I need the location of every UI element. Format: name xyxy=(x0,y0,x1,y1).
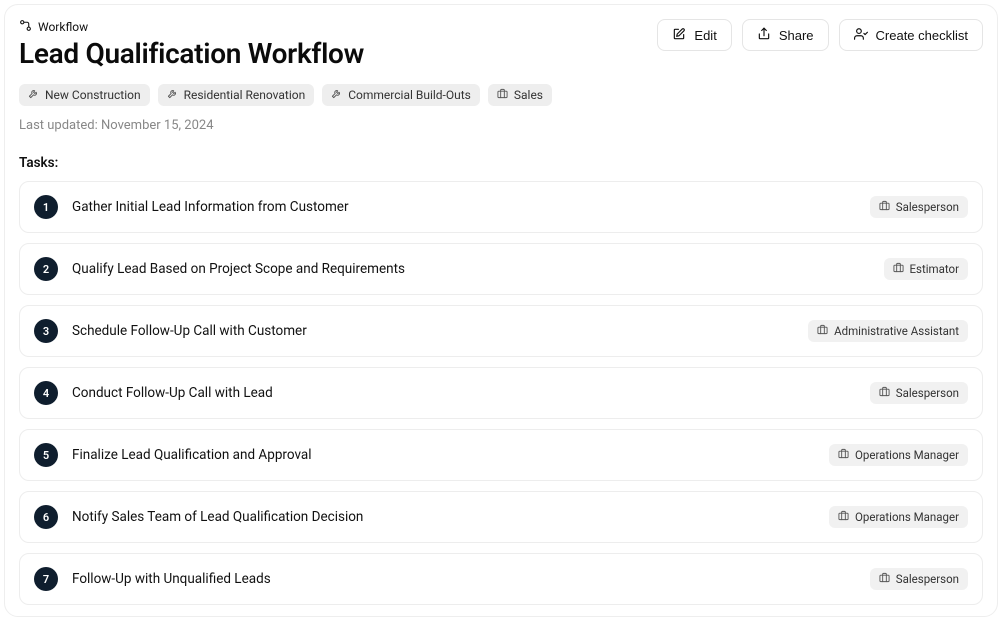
task-title: Follow-Up with Unqualified Leads xyxy=(72,571,856,587)
task-number-badge: 3 xyxy=(34,319,58,343)
role-badge: Salesperson xyxy=(870,196,968,218)
tag-residential-renovation[interactable]: Residential Renovation xyxy=(158,84,315,106)
create-checklist-button[interactable]: Create checklist xyxy=(839,19,983,51)
create-checklist-button-label: Create checklist xyxy=(876,29,968,42)
tag-new-construction[interactable]: New Construction xyxy=(19,84,150,106)
task-row[interactable]: 1 Gather Initial Lead Information from Cu… xyxy=(19,181,983,233)
task-title: Conduct Follow-Up Call with Lead xyxy=(72,385,856,401)
last-updated: Last updated: November 15, 2024 xyxy=(19,118,983,133)
role-label: Estimator xyxy=(910,262,959,276)
task-number-badge: 2 xyxy=(34,257,58,281)
task-title: Finalize Lead Qualification and Approval xyxy=(72,447,815,463)
share-button[interactable]: Share xyxy=(742,19,829,51)
task-title: Schedule Follow-Up Call with Customer xyxy=(72,323,794,339)
header-actions: Edit Share Create checkl xyxy=(657,19,983,51)
tag-label: Residential Renovation xyxy=(184,88,306,102)
task-row[interactable]: 3 Schedule Follow-Up Call with Customer A… xyxy=(19,305,983,357)
role-badge: Operations Manager xyxy=(829,506,968,528)
workflow-icon xyxy=(19,19,32,35)
role-label: Operations Manager xyxy=(855,448,959,462)
share-icon xyxy=(757,27,771,43)
breadcrumb-label: Workflow xyxy=(38,20,88,34)
role-label: Operations Manager xyxy=(855,510,959,524)
task-row[interactable]: 6 Notify Sales Team of Lead Qualification… xyxy=(19,491,983,543)
user-check-icon xyxy=(854,27,868,43)
role-badge: Salesperson xyxy=(870,382,968,404)
briefcase-icon xyxy=(817,324,828,338)
edit-button[interactable]: Edit xyxy=(657,19,731,51)
briefcase-icon xyxy=(879,386,890,400)
wrench-icon xyxy=(331,88,342,102)
task-title: Qualify Lead Based on Project Scope and … xyxy=(72,261,870,277)
task-number-badge: 5 xyxy=(34,443,58,467)
role-badge: Salesperson xyxy=(870,568,968,590)
task-number-badge: 6 xyxy=(34,505,58,529)
task-number-badge: 7 xyxy=(34,567,58,591)
role-badge: Administrative Assistant xyxy=(808,320,968,342)
briefcase-icon xyxy=(879,572,890,586)
tag-row: New Construction Residential Renovation … xyxy=(19,84,983,106)
tag-label: Sales xyxy=(514,88,543,102)
briefcase-icon xyxy=(838,448,849,462)
edit-button-label: Edit xyxy=(694,29,716,42)
edit-icon xyxy=(672,27,686,43)
tag-label: Commercial Build-Outs xyxy=(348,88,471,102)
breadcrumb[interactable]: Workflow xyxy=(19,19,364,35)
role-badge: Estimator xyxy=(884,258,968,280)
task-title: Notify Sales Team of Lead Qualification … xyxy=(72,509,815,525)
briefcase-icon xyxy=(879,200,890,214)
task-row[interactable]: 5 Finalize Lead Qualification and Approva… xyxy=(19,429,983,481)
task-row[interactable]: 7 Follow-Up with Unqualified Leads Salesp… xyxy=(19,553,983,605)
task-row[interactable]: 4 Conduct Follow-Up Call with Lead Salesp… xyxy=(19,367,983,419)
tag-label: New Construction xyxy=(45,88,141,102)
task-number-badge: 4 xyxy=(34,381,58,405)
task-row[interactable]: 2 Qualify Lead Based on Project Scope and… xyxy=(19,243,983,295)
role-label: Salesperson xyxy=(896,386,959,400)
tag-commercial-build-outs[interactable]: Commercial Build-Outs xyxy=(322,84,480,106)
role-label: Administrative Assistant xyxy=(834,324,959,338)
task-number-badge: 1 xyxy=(34,195,58,219)
tag-sales[interactable]: Sales xyxy=(488,84,552,106)
task-list: 1 Gather Initial Lead Information from Cu… xyxy=(19,181,983,605)
briefcase-icon xyxy=(893,262,904,276)
page-title: Lead Qualification Workflow xyxy=(19,37,364,70)
wrench-icon xyxy=(167,88,178,102)
tasks-heading: Tasks: xyxy=(19,155,983,171)
briefcase-icon xyxy=(838,510,849,524)
role-label: Salesperson xyxy=(896,200,959,214)
wrench-icon xyxy=(28,88,39,102)
role-badge: Operations Manager xyxy=(829,444,968,466)
task-title: Gather Initial Lead Information from Cus… xyxy=(72,199,856,215)
role-label: Salesperson xyxy=(896,572,959,586)
briefcase-icon xyxy=(497,88,508,102)
share-button-label: Share xyxy=(779,29,814,42)
